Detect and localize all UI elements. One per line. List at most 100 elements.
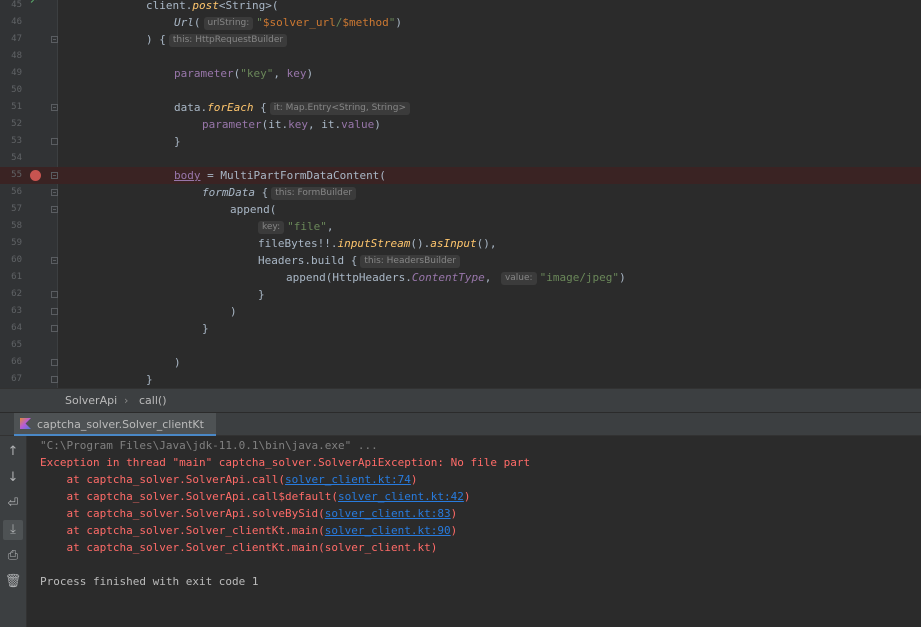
- code-line-55[interactable]: 55 body = MultiPartFormDataContent(: [0, 167, 921, 184]
- scroll-to-end-icon[interactable]: ⤓: [3, 520, 23, 540]
- source-link[interactable]: solver_client.kt:42: [338, 490, 464, 503]
- stack-trace-line: at captcha_solver.Solver_clientKt.main(s…: [40, 541, 438, 554]
- code-text[interactable]: formData {this: FormBuilder: [202, 184, 359, 201]
- code-editor[interactable]: 45 ➚ client.post<String>( 46 Url(urlStri…: [0, 0, 921, 388]
- fold-marker-icon[interactable]: [51, 36, 58, 43]
- stack-trace-line: at captcha_solver.Solver_clientKt.main(s…: [40, 524, 458, 537]
- code-line-66[interactable]: 66 ): [0, 354, 921, 371]
- code-line-53[interactable]: 53 }: [0, 133, 921, 150]
- fold-marker-icon[interactable]: [51, 138, 58, 145]
- code-line-47[interactable]: 47 ) {this: HttpRequestBuilder: [0, 31, 921, 48]
- line-number: 49: [11, 68, 22, 78]
- run-arrow-icon[interactable]: ➚: [30, 0, 37, 7]
- line-number: 52: [11, 119, 22, 129]
- line-number: 54: [11, 153, 22, 163]
- breakpoint-icon[interactable]: [30, 170, 41, 181]
- inlay-hint: urlString:: [203, 17, 254, 30]
- code-text[interactable]: body = MultiPartFormDataContent(: [174, 167, 386, 184]
- console-command-line[interactable]: "C:\Program Files\Java\jdk-11.0.1\bin\ja…: [40, 437, 378, 454]
- code-line-65[interactable]: 65: [0, 337, 921, 354]
- code-line-46[interactable]: 46 Url(urlString: "$solver_url/$method"): [0, 14, 921, 31]
- breadcrumb-method[interactable]: call(): [139, 389, 166, 413]
- soft-wrap-icon[interactable]: ⏎: [3, 494, 23, 514]
- process-finished-line: Process finished with exit code 1: [40, 575, 259, 588]
- code-text[interactable]: }: [202, 320, 209, 337]
- code-text[interactable]: }: [146, 371, 153, 388]
- fold-marker-icon[interactable]: [51, 172, 58, 179]
- code-text[interactable]: parameter(it.key, it.value): [202, 116, 381, 133]
- code-line-57[interactable]: 57 append(: [0, 201, 921, 218]
- run-toolbar: ↑ ↓ ⏎ ⤓ ⎙ 🗑: [0, 436, 27, 627]
- trash-icon[interactable]: 🗑: [3, 572, 23, 592]
- fold-marker-icon[interactable]: [51, 257, 58, 264]
- code-text[interactable]: ) {this: HttpRequestBuilder: [146, 31, 290, 48]
- code-line-60[interactable]: 60 Headers.build {this: HeadersBuilder: [0, 252, 921, 269]
- line-number: 47: [11, 34, 22, 44]
- line-number: 61: [11, 272, 22, 282]
- code-line-58[interactable]: 58 key: "file",: [0, 218, 921, 235]
- breadcrumb: SolverApi › call(): [0, 388, 921, 412]
- code-line-56[interactable]: 56 formData {this: FormBuilder: [0, 184, 921, 201]
- line-number: 59: [11, 238, 22, 248]
- breadcrumb-class[interactable]: SolverApi: [65, 389, 117, 413]
- fold-marker-icon[interactable]: [51, 359, 58, 366]
- code-line-51[interactable]: 51 data.forEach {it: Map.Entry<String, S…: [0, 99, 921, 116]
- code-text[interactable]: data.forEach {it: Map.Entry<String, Stri…: [174, 99, 413, 116]
- fold-marker-icon[interactable]: [51, 104, 58, 111]
- run-tab-bar: captcha_solver.Solver_clientKt: [0, 412, 921, 436]
- print-icon[interactable]: ⎙: [3, 546, 23, 566]
- code-line-64[interactable]: 64 }: [0, 320, 921, 337]
- code-text[interactable]: Headers.build {this: HeadersBuilder: [258, 252, 463, 269]
- code-line-48[interactable]: 48: [0, 48, 921, 65]
- code-line-52[interactable]: 52 parameter(it.key, it.value): [0, 116, 921, 133]
- run-tab[interactable]: captcha_solver.Solver_clientKt: [14, 413, 216, 436]
- inlay-hint: this: HttpRequestBuilder: [168, 34, 288, 47]
- code-line-63[interactable]: 63 ): [0, 303, 921, 320]
- code-text[interactable]: client.post<String>(: [146, 0, 278, 14]
- code-text[interactable]: append(HttpHeaders.ContentType, value: "i…: [286, 269, 626, 286]
- line-number: 57: [11, 204, 22, 214]
- code-line-50[interactable]: 50: [0, 82, 921, 99]
- code-line-61[interactable]: 61 append(HttpHeaders.ContentType, value…: [0, 269, 921, 286]
- code-line-62[interactable]: 62 }: [0, 286, 921, 303]
- source-link[interactable]: solver_client.kt:74: [285, 473, 411, 486]
- fold-marker-icon[interactable]: [51, 376, 58, 383]
- line-number: 63: [11, 306, 22, 316]
- code-text[interactable]: Url(urlString: "$solver_url/$method"): [174, 14, 402, 31]
- stack-trace-line: at captcha_solver.SolverApi.call$default…: [40, 490, 471, 503]
- line-number: 45: [11, 0, 22, 10]
- run-tab-label: captcha_solver.Solver_clientKt: [37, 418, 204, 431]
- code-text[interactable]: ): [174, 354, 181, 371]
- fold-marker-icon[interactable]: [51, 291, 58, 298]
- line-number: 65: [11, 340, 22, 350]
- code-line-49[interactable]: 49 parameter("key", key): [0, 65, 921, 82]
- line-number: 51: [11, 102, 22, 112]
- console-output[interactable]: "C:\Program Files\Java\jdk-11.0.1\bin\ja…: [27, 436, 921, 627]
- code-text[interactable]: ): [230, 303, 237, 320]
- line-number: 62: [11, 289, 22, 299]
- code-line-67[interactable]: 67 }: [0, 371, 921, 388]
- fold-marker-icon[interactable]: [51, 325, 58, 332]
- code-line-54[interactable]: 54: [0, 150, 921, 167]
- code-text[interactable]: fileBytes!!.inputStream().asInput(),: [258, 235, 496, 252]
- up-arrow-icon[interactable]: ↑: [3, 442, 23, 462]
- code-text[interactable]: parameter("key", key): [174, 65, 313, 82]
- inlay-hint: this: HeadersBuilder: [360, 255, 460, 268]
- stack-trace-line: at captcha_solver.SolverApi.call(solver_…: [40, 473, 418, 486]
- fold-marker-icon[interactable]: [51, 206, 58, 213]
- code-text[interactable]: append(: [230, 201, 276, 218]
- fold-marker-icon[interactable]: [51, 189, 58, 196]
- code-text[interactable]: }: [174, 133, 181, 150]
- source-link[interactable]: solver_client.kt:90: [325, 524, 451, 537]
- line-number: 50: [11, 85, 22, 95]
- line-number: 60: [11, 255, 22, 265]
- source-link[interactable]: solver_client.kt:83: [325, 507, 451, 520]
- code-text[interactable]: }: [258, 286, 265, 303]
- fold-marker-icon[interactable]: [51, 308, 58, 315]
- code-line-59[interactable]: 59 fileBytes!!.inputStream().asInput(),: [0, 235, 921, 252]
- code-line-45[interactable]: 45 ➚ client.post<String>(: [0, 0, 921, 14]
- down-arrow-icon[interactable]: ↓: [3, 468, 23, 488]
- code-text[interactable]: key: "file",: [258, 218, 334, 235]
- inlay-hint: value:: [500, 272, 537, 285]
- stack-trace-line: at captcha_solver.SolverApi.solveBySid(s…: [40, 507, 458, 520]
